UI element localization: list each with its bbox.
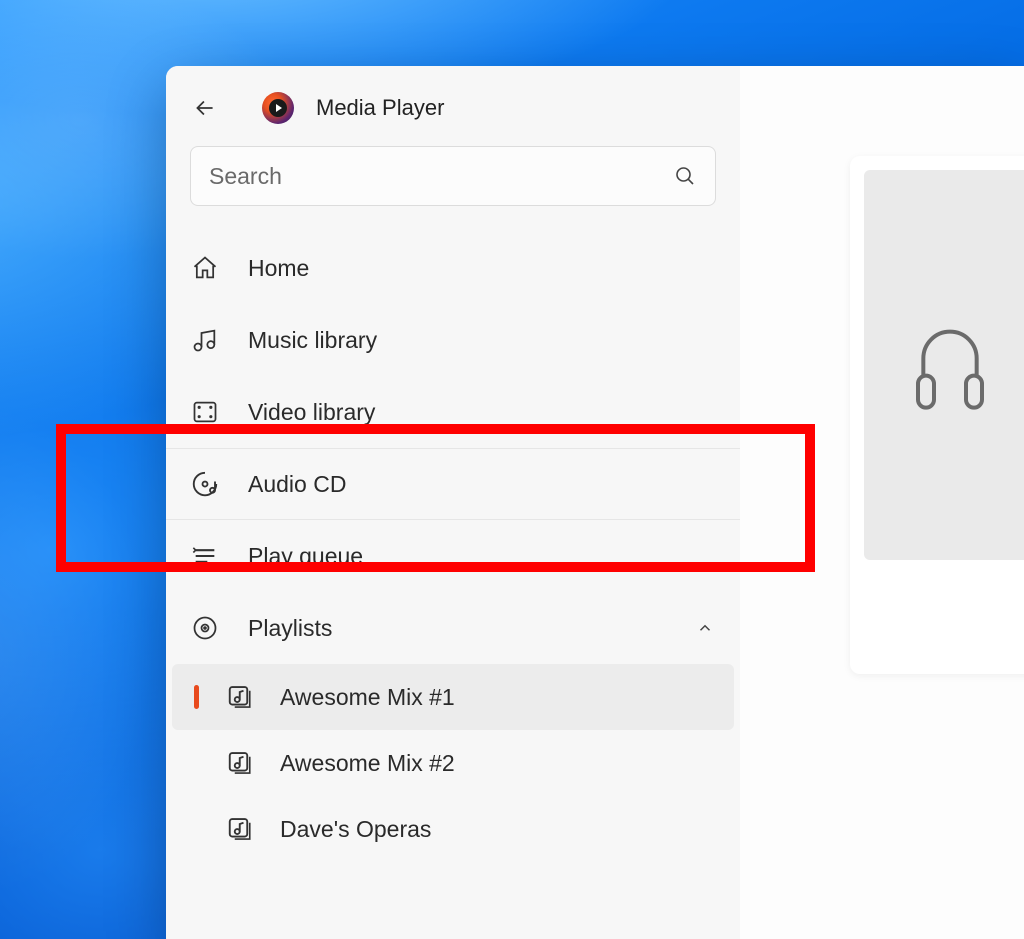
queue-icon bbox=[190, 541, 220, 571]
album-art-placeholder bbox=[864, 170, 1024, 560]
nav-label: Audio CD bbox=[248, 471, 346, 498]
film-icon bbox=[190, 397, 220, 427]
arrow-left-icon bbox=[192, 95, 218, 121]
active-indicator bbox=[194, 685, 199, 709]
playlist-label: Dave's Operas bbox=[280, 816, 431, 843]
content-area bbox=[740, 66, 1024, 939]
search-box[interactable] bbox=[190, 146, 716, 206]
nav-music-library[interactable]: Music library bbox=[166, 304, 740, 376]
disc-icon bbox=[190, 613, 220, 643]
back-button[interactable] bbox=[190, 93, 220, 123]
music-note-icon bbox=[190, 325, 220, 355]
nav-label: Music library bbox=[248, 327, 377, 354]
playlist-icon bbox=[226, 748, 256, 778]
playlist-item-awesome-mix-1[interactable]: Awesome Mix #1 bbox=[172, 664, 734, 730]
nav-home[interactable]: Home bbox=[166, 232, 740, 304]
header: Media Player bbox=[166, 92, 740, 146]
search-input[interactable] bbox=[209, 163, 673, 190]
nav-label: Video library bbox=[248, 399, 375, 426]
playlist-icon bbox=[226, 682, 256, 712]
nav-video-library[interactable]: Video library bbox=[166, 376, 740, 448]
app-icon bbox=[262, 92, 294, 124]
nav-audio-cd[interactable]: Audio CD bbox=[166, 448, 740, 520]
playlist-item-awesome-mix-2[interactable]: Awesome Mix #2 bbox=[172, 730, 734, 796]
search-container bbox=[190, 146, 716, 206]
playlist-label: Awesome Mix #2 bbox=[280, 750, 455, 777]
nav-list: Home Music library bbox=[166, 232, 740, 862]
album-card[interactable] bbox=[850, 156, 1024, 674]
nav-playlists[interactable]: Playlists bbox=[166, 592, 740, 664]
media-player-window: Media Player Home bbox=[166, 66, 1024, 939]
playlist-label: Awesome Mix #1 bbox=[280, 684, 455, 711]
headphones-icon bbox=[910, 310, 990, 420]
home-icon bbox=[190, 253, 220, 283]
playlist-item-daves-operas[interactable]: Dave's Operas bbox=[172, 796, 734, 862]
app-title: Media Player bbox=[316, 95, 444, 121]
nav-play-queue[interactable]: Play queue bbox=[166, 520, 740, 592]
playlist-icon bbox=[226, 814, 256, 844]
search-icon bbox=[673, 164, 697, 188]
sidebar: Media Player Home bbox=[166, 66, 740, 939]
cd-icon bbox=[190, 469, 220, 499]
nav-label: Playlists bbox=[248, 615, 332, 642]
nav-label: Home bbox=[248, 255, 309, 282]
nav-label: Play queue bbox=[248, 543, 363, 570]
chevron-up-icon bbox=[696, 619, 714, 637]
